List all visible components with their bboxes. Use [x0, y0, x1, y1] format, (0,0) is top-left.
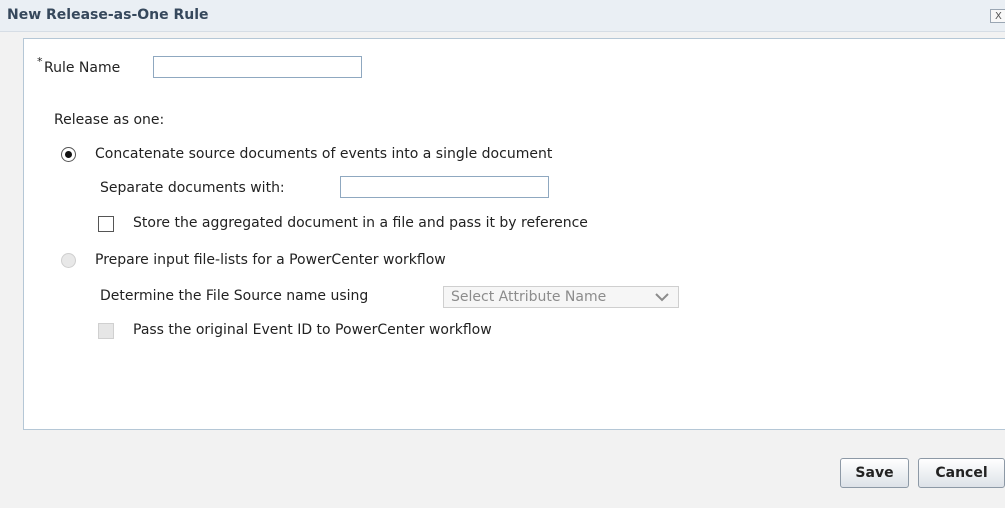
store-by-reference-checkbox[interactable] — [98, 216, 114, 232]
close-icon[interactable]: X — [990, 9, 1005, 23]
concatenate-option-label[interactable]: Concatenate source documents of events i… — [95, 146, 552, 162]
dialog-titlebar: New Release-as-One Rule X — [0, 0, 1005, 32]
required-marker: * — [37, 55, 43, 68]
file-lists-radio[interactable] — [61, 253, 76, 268]
dialog-content-panel — [23, 38, 1005, 430]
release-as-one-label: Release as one: — [54, 112, 165, 128]
concatenate-radio[interactable] — [61, 147, 76, 162]
cancel-button[interactable]: Cancel — [918, 458, 1005, 488]
separator-input[interactable] — [340, 176, 549, 198]
chevron-down-icon — [655, 293, 669, 302]
separate-documents-label: Separate documents with: — [100, 180, 285, 196]
attribute-name-select[interactable]: Select Attribute Name — [443, 286, 679, 308]
rule-name-label: Rule Name — [44, 60, 121, 76]
pass-event-id-label[interactable]: Pass the original Event ID to PowerCente… — [133, 322, 492, 338]
dialog-title: New Release-as-One Rule — [7, 7, 209, 23]
save-button[interactable]: Save — [840, 458, 909, 488]
release-as-one-dialog: New Release-as-One Rule X * Rule Name Re… — [0, 0, 1005, 508]
attribute-name-select-value: Select Attribute Name — [451, 289, 607, 305]
file-lists-option-label[interactable]: Prepare input file-lists for a PowerCent… — [95, 252, 446, 268]
store-by-reference-label[interactable]: Store the aggregated document in a file … — [133, 215, 588, 231]
rule-name-input[interactable] — [153, 56, 362, 78]
pass-event-id-checkbox[interactable] — [98, 323, 114, 339]
file-source-label: Determine the File Source name using — [100, 288, 369, 304]
